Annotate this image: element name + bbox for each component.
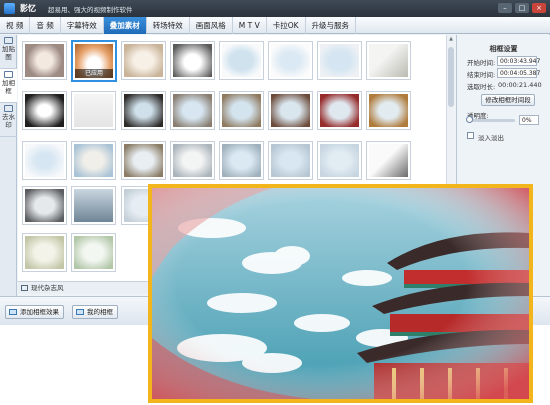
sticker-icon <box>4 37 13 44</box>
frame-thumbnail[interactable] <box>366 41 411 80</box>
sidetab-add-sticker[interactable]: 加贴图 <box>0 35 17 69</box>
app-slogan: 超易用、强大的视频制作软件 <box>48 6 133 14</box>
sidetab-remove-watermark[interactable]: 去水印 <box>0 103 17 137</box>
frame-thumbnail[interactable] <box>71 233 116 272</box>
opacity-slider[interactable] <box>466 116 515 123</box>
menu-karaoke[interactable]: 卡拉OK <box>267 17 306 34</box>
minimize-button[interactable]: – <box>498 3 512 13</box>
category-icon <box>21 285 28 291</box>
duration-label: 选取时长: <box>467 83 496 91</box>
frame-thumbnail[interactable] <box>121 41 166 80</box>
frame-thumbnail[interactable] <box>366 141 411 180</box>
app-logo-icon <box>4 3 15 14</box>
fade-label: 淡入淡出 <box>478 134 504 142</box>
scroll-thumb[interactable] <box>448 47 454 107</box>
modify-frame-time-button[interactable]: 修改相框时间段 <box>481 94 535 106</box>
my-frames-button[interactable]: 我的相框 <box>72 305 118 319</box>
menu-picture-style[interactable]: 画面风格 <box>190 17 233 34</box>
frame-thumbnail[interactable] <box>71 141 116 180</box>
frame-thumbnail[interactable] <box>22 41 67 80</box>
sidetab-label: 去水印 <box>2 113 15 129</box>
opacity-input[interactable]: 0% <box>519 115 539 125</box>
opacity-slider-handle[interactable] <box>466 116 473 123</box>
frame-thumbnail[interactable] <box>22 141 67 180</box>
app-name: 影忆 <box>20 4 36 13</box>
frame-thumbnail[interactable] <box>268 91 313 130</box>
end-time-label: 结束时间: <box>467 71 496 79</box>
frame-thumbnail[interactable] <box>317 41 362 80</box>
sidetab-add-frame[interactable]: 加相框 <box>0 69 17 103</box>
sidetab-label: 加贴图 <box>2 45 15 61</box>
main-menu: 视 频 音 频 字幕特效 叠加素材 转场特效 画面风格 M T V 卡拉OK 升… <box>0 17 550 34</box>
watermark-icon <box>4 105 13 112</box>
frame-thumbnail[interactable] <box>317 141 362 180</box>
frame-thumbnail[interactable] <box>268 141 313 180</box>
category-header[interactable]: 现代杂志风 <box>18 281 155 294</box>
frame-thumbnail[interactable] <box>366 91 411 130</box>
start-time-label: 开始时间: <box>467 59 496 67</box>
add-frame-effect-label: 添加相框效果 <box>20 308 59 316</box>
my-frames-label: 我的相框 <box>87 308 113 316</box>
sidetab-label: 加相框 <box>2 79 15 95</box>
menu-overlay-material[interactable]: 叠加素材 <box>103 17 147 34</box>
frame-preview-image <box>148 184 533 403</box>
applied-badge: 已应用 <box>75 69 113 78</box>
frame-thumbnail[interactable] <box>219 41 264 80</box>
frame-thumbnail[interactable] <box>22 186 67 225</box>
frame-thumbnail[interactable] <box>219 141 264 180</box>
scroll-up-icon[interactable]: ▲ <box>447 35 455 43</box>
frame-thumbnail[interactable] <box>121 91 166 130</box>
menu-subtitle-effects[interactable]: 字幕特效 <box>61 17 104 34</box>
maximize-button[interactable]: □ <box>515 3 529 13</box>
menu-transition-effects[interactable]: 转场特效 <box>147 17 190 34</box>
frame-thumbnail[interactable] <box>268 41 313 80</box>
frame-thumbnail[interactable] <box>317 91 362 130</box>
frame-thumbnail[interactable] <box>71 91 116 130</box>
panel-title: 相框设置 <box>489 45 518 53</box>
menu-mtv[interactable]: M T V <box>233 17 267 34</box>
frame-thumbnail[interactable] <box>170 141 215 180</box>
start-time-input[interactable]: 00:03:43.947 <box>497 56 540 66</box>
add-frame-effect-button[interactable]: 添加相框效果 <box>5 305 64 319</box>
menu-video[interactable]: 视 频 <box>0 17 31 34</box>
side-tabs: 加贴图 加相框 去水印 <box>0 35 17 325</box>
frame-thumbnail[interactable] <box>22 233 67 272</box>
frame-thumbnail[interactable] <box>170 41 215 80</box>
frame-thumbnail[interactable] <box>219 91 264 130</box>
frame-thumbnail[interactable] <box>121 141 166 180</box>
end-time-input[interactable]: 00:04:05.387 <box>497 68 540 78</box>
add-frame-icon <box>9 309 17 315</box>
frame-icon <box>4 71 13 78</box>
temple-sky-illustration <box>152 188 529 399</box>
frame-thumbnail-selected[interactable]: 已应用 <box>71 40 117 82</box>
frame-thumbnail[interactable] <box>22 91 67 130</box>
frame-thumbnail[interactable] <box>71 186 116 225</box>
duration-value: 00:00:21.440 <box>498 81 542 89</box>
fade-checkbox[interactable] <box>467 132 474 139</box>
title-bar: 影忆 超易用、强大的视频制作软件 – □ × <box>0 0 550 17</box>
category-label: 现代杂志风 <box>31 284 64 292</box>
frame-thumbnail[interactable] <box>170 91 215 130</box>
menu-audio[interactable]: 音 频 <box>30 17 61 34</box>
my-frames-icon <box>76 309 84 315</box>
menu-upgrade-service[interactable]: 升级与服务 <box>306 17 357 34</box>
close-button[interactable]: × <box>532 3 546 13</box>
